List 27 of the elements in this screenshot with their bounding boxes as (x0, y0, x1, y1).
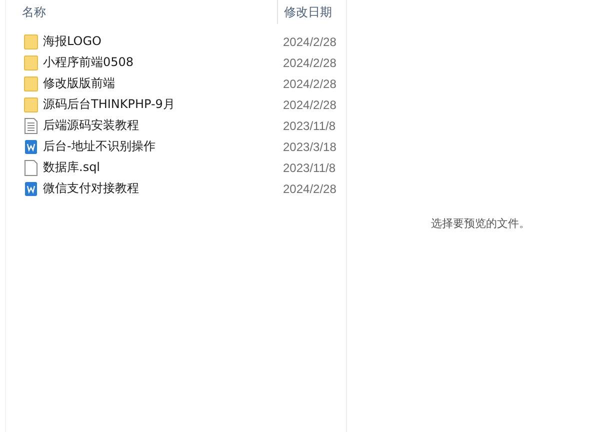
file-name[interactable]: 后台-地址不识别操作 (43, 138, 156, 155)
file-name[interactable]: 海报LOGO (43, 33, 102, 50)
modified-date: 2024/2/28 (282, 34, 338, 48)
column-header[interactable]: 名称 (6, 0, 277, 24)
column-header[interactable]: 修改日期 (277, 0, 346, 24)
modified-date: 2024/2/28 (282, 76, 338, 90)
file-name[interactable]: 修改版版前端 (43, 75, 115, 92)
folder-icon (24, 34, 38, 50)
modified-date: 2023/11/8 (282, 118, 336, 132)
modified-date: 2024/2/28 (282, 56, 338, 70)
word-document-icon (24, 180, 38, 196)
file-name[interactable]: 微信支付对接教程 (43, 180, 139, 197)
file-name[interactable]: 后端源码安装教程 (43, 117, 139, 134)
modified-date: 2024/2/28 (282, 182, 338, 196)
file-name[interactable]: 小程序前端0508 (43, 54, 134, 71)
blank-file-icon (24, 160, 38, 176)
modified-date: 2023/3/18 (282, 140, 338, 154)
folder-icon (24, 96, 38, 112)
preview-message: 选择要预览的文件。 (431, 216, 530, 232)
file-name[interactable]: 数据库.sql (43, 159, 100, 176)
folder-icon (24, 54, 38, 70)
modified-date: 2023/11/8 (282, 160, 336, 174)
text-file-icon (24, 118, 38, 134)
modified-date: 2024/2/28 (282, 98, 338, 112)
file-name[interactable]: 源码后台THINKPHP-9月 (43, 96, 175, 113)
word-document-icon (24, 138, 38, 154)
folder-icon (24, 76, 38, 92)
